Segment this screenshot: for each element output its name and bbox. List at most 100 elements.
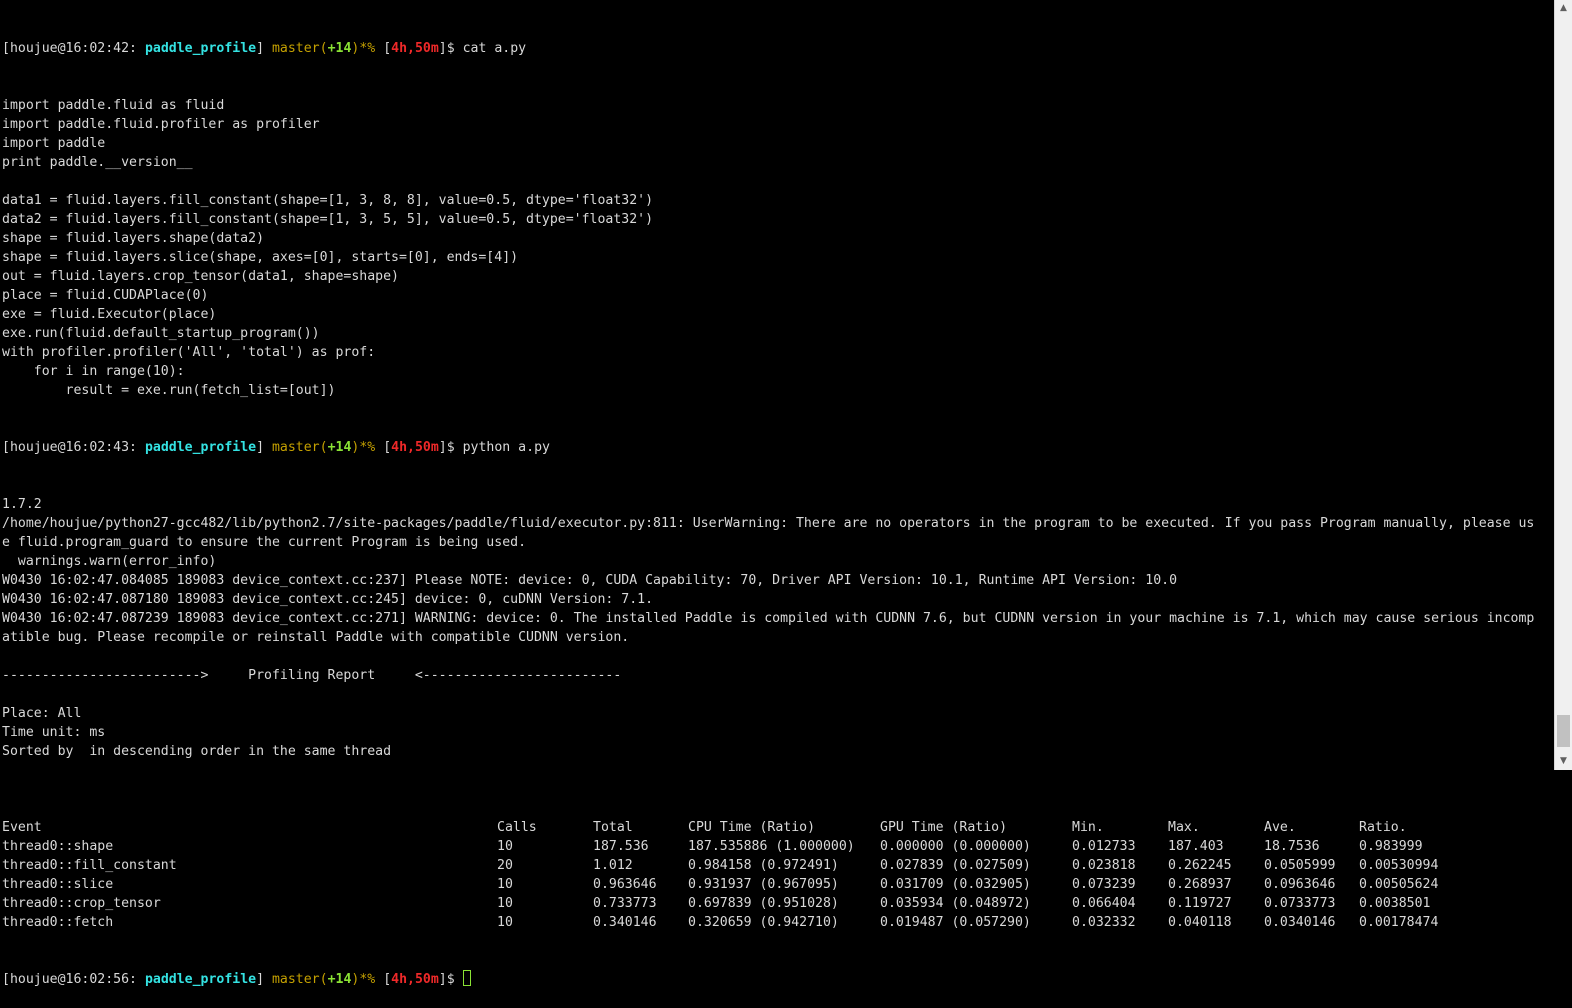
table-header-row: Event Calls Total CPU Time (Ratio) GPU Time … bbox=[2, 818, 1548, 837]
table-row: thread0::shape 10 187.536 187.535886 (1.000… bbox=[2, 837, 1548, 856]
table-cell: 0.697839 (0.951028) bbox=[688, 896, 839, 911]
output-line: warnings.warn(error_info) bbox=[2, 554, 217, 569]
table-cell: 0.00178474 bbox=[1359, 915, 1439, 930]
output-line: Sorted by in descending order in the sam… bbox=[2, 744, 392, 759]
table-cell: 0.262245 bbox=[1168, 858, 1232, 873]
table-cell: 187.536 bbox=[593, 839, 649, 854]
table-cell: 0.040118 bbox=[1168, 915, 1232, 930]
prompt-seconds: 43: bbox=[113, 440, 137, 455]
code-line: print paddle.__version__ bbox=[2, 155, 193, 170]
code-line: place = fluid.CUDAPlace(0) bbox=[2, 288, 209, 303]
table-cell: 0.340146 bbox=[593, 915, 657, 930]
table-cell: 0.00530994 bbox=[1359, 858, 1439, 873]
output-line: Place: All bbox=[2, 706, 82, 721]
table-cell: 0.00505624 bbox=[1359, 877, 1439, 892]
scroll-thumb[interactable] bbox=[1557, 715, 1570, 747]
table-cell: 0.0038501 bbox=[1359, 896, 1431, 911]
terminal-output[interactable]: [houjue@16:02:42: paddle_profile] master… bbox=[2, 1, 1548, 987]
vertical-scrollbar[interactable]: ▲ ▼ bbox=[1554, 0, 1572, 770]
code-line: out = fluid.layers.crop_tensor(data1, sh… bbox=[2, 269, 399, 284]
prompt-status-marks: *% bbox=[359, 972, 376, 987]
scroll-down-arrow-icon[interactable]: ▼ bbox=[1555, 753, 1572, 770]
table-cell: 0.0963646 bbox=[1264, 877, 1336, 892]
prompt-host: [houjue@16:02: bbox=[2, 972, 114, 987]
table-cell: 0.119727 bbox=[1168, 896, 1232, 911]
prompt-directory: paddle_profile bbox=[144, 972, 257, 987]
table-row: thread0::fetch 10 0.340146 0.320659 (0.9427… bbox=[2, 913, 1548, 932]
prompt-seconds: 56: bbox=[113, 972, 137, 987]
code-line: import paddle bbox=[2, 136, 106, 151]
column-header: Event bbox=[2, 820, 42, 835]
table-cell: 0.027839 (0.027509) bbox=[880, 858, 1031, 873]
table-cell: 0.035934 (0.048972) bbox=[880, 896, 1031, 911]
table-cell: 1.012 bbox=[593, 858, 633, 873]
table-cell: thread0::fetch bbox=[2, 915, 114, 930]
prompt-line-1: [houjue@16:02:42: paddle_profile] master… bbox=[2, 41, 527, 56]
code-line: exe = fluid.Executor(place) bbox=[2, 307, 217, 322]
text-cursor[interactable] bbox=[462, 970, 471, 986]
code-line: data1 = fluid.layers.fill_constant(shape… bbox=[2, 193, 654, 208]
code-line: import paddle.fluid.profiler as profiler bbox=[2, 117, 320, 132]
code-line: exe.run(fluid.default_startup_program()) bbox=[2, 326, 320, 341]
table-cell: 0.931937 (0.967095) bbox=[688, 877, 839, 892]
table-cell: 0.0733773 bbox=[1264, 896, 1336, 911]
table-cell: thread0::crop_tensor bbox=[2, 896, 161, 911]
table-cell: 0.023818 bbox=[1072, 858, 1136, 873]
table-cell: 0.000000 (0.000000) bbox=[880, 839, 1031, 854]
prompt-line-2: [houjue@16:02:43: paddle_profile] master… bbox=[2, 440, 550, 455]
code-line: import paddle.fluid as fluid bbox=[2, 98, 225, 113]
prompt-elapsed-time: 4h,50m bbox=[391, 972, 439, 987]
table-cell: 0.733773 bbox=[593, 896, 657, 911]
table-cell: 10 bbox=[497, 877, 513, 892]
table-cell: 0.012733 bbox=[1072, 839, 1136, 854]
code-line: result = exe.run(fetch_list=[out]) bbox=[2, 383, 336, 398]
table-row: thread0::fill_constant 20 1.012 0.984158 (0… bbox=[2, 856, 1548, 875]
output-line: atible bug. Please recompile or reinstal… bbox=[2, 630, 630, 645]
prompt-elapsed-time: 4h,50m bbox=[391, 440, 439, 455]
code-line: shape = fluid.layers.slice(shape, axes=[… bbox=[2, 250, 519, 265]
prompt-host: [houjue@16:02: bbox=[2, 440, 114, 455]
table-cell: 0.963646 bbox=[593, 877, 657, 892]
prompt-status-marks: *% bbox=[359, 440, 376, 455]
output-line: /home/houjue/python27-gcc482/lib/python2… bbox=[2, 516, 1535, 531]
output-line: W0430 16:02:47.087239 189083 device_cont… bbox=[2, 611, 1535, 626]
column-header: Calls bbox=[497, 820, 537, 835]
table-cell: 20 bbox=[497, 858, 513, 873]
table-cell: 10 bbox=[497, 896, 513, 911]
output-line: 1.7.2 bbox=[2, 497, 42, 512]
table-cell: 0.984158 (0.972491) bbox=[688, 858, 839, 873]
table-cell: thread0::shape bbox=[2, 839, 114, 854]
column-header: Min. bbox=[1072, 820, 1104, 835]
table-cell: 0.019487 (0.057290) bbox=[880, 915, 1031, 930]
table-row: thread0::slice 10 0.963646 0.931937 (0.9670… bbox=[2, 875, 1548, 894]
output-line: W0430 16:02:47.087180 189083 device_cont… bbox=[2, 592, 654, 607]
prompt-elapsed-time: 4h,50m bbox=[391, 41, 439, 56]
table-cell: 0.073239 bbox=[1072, 877, 1136, 892]
prompt-commit-count: +14 bbox=[327, 41, 352, 56]
command-text: cat a.py bbox=[462, 41, 527, 56]
scroll-up-arrow-icon[interactable]: ▲ bbox=[1555, 0, 1572, 17]
table-cell: thread0::fill_constant bbox=[2, 858, 177, 873]
prompt-commit-count: +14 bbox=[327, 440, 352, 455]
prompt-line-3: [houjue@16:02:56: paddle_profile] master… bbox=[2, 970, 1548, 989]
code-line: for i in range(10): bbox=[2, 364, 185, 379]
table-cell: 0.032332 bbox=[1072, 915, 1136, 930]
prompt-host: [houjue@16:02: bbox=[2, 41, 114, 56]
code-line: shape = fluid.layers.shape(data2) bbox=[2, 231, 265, 246]
prompt-directory: paddle_profile bbox=[144, 41, 257, 56]
table-cell: 0.066404 bbox=[1072, 896, 1136, 911]
command-text: python a.py bbox=[462, 440, 550, 455]
table-cell: 187.535886 (1.000000) bbox=[688, 839, 855, 854]
table-row: thread0::crop_tensor 10 0.733773 0.697839 (… bbox=[2, 894, 1548, 913]
output-line: W0430 16:02:47.084085 189083 device_cont… bbox=[2, 573, 1178, 588]
table-cell: 0.031709 (0.032905) bbox=[880, 877, 1031, 892]
table-cell: 0.0340146 bbox=[1264, 915, 1336, 930]
program-output: 1.7.2/home/houjue/python27-gcc482/lib/py… bbox=[2, 495, 1548, 780]
prompt-seconds: 42: bbox=[113, 41, 137, 56]
output-line: e fluid.program_guard to ensure the curr… bbox=[2, 535, 527, 550]
prompt-directory: paddle_profile bbox=[144, 440, 257, 455]
